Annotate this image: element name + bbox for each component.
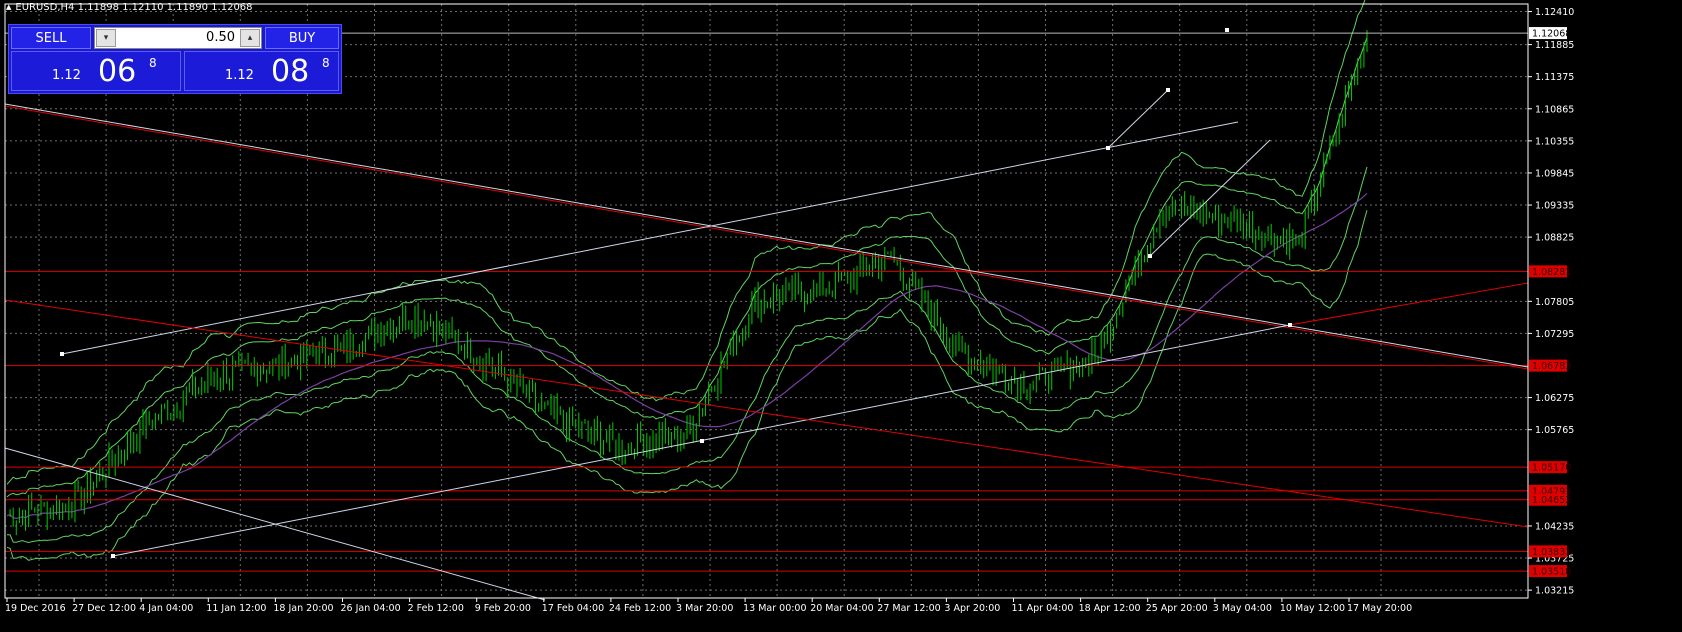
trendline-anchor-point — [60, 352, 64, 356]
symbol-title: EURUSD,H4 1.11898 1.12110 1.11890 1.1206… — [15, 1, 253, 13]
time-tick-label: 3 Mar 20:00 — [676, 603, 733, 614]
trendline-anchor-point — [1166, 88, 1170, 92]
time-tick-label: 25 Apr 20:00 — [1146, 603, 1208, 614]
current-price-tag-label: 1.12068 — [1532, 29, 1571, 40]
buy-price-fraction: 8 — [322, 56, 330, 70]
level-price-tag-label: 1.04652 — [1532, 495, 1571, 506]
price-tick-label: 1.08825 — [1535, 233, 1574, 244]
trendline-anchor-point — [700, 439, 704, 443]
time-tick-label: 11 Apr 04:00 — [1012, 603, 1074, 614]
buy-price-pips: 08 — [271, 54, 310, 89]
lot-increase-button[interactable]: ▴ — [240, 29, 260, 47]
time-tick-label: 2 Feb 12:00 — [408, 603, 464, 614]
sell-price-prefix: 1.12 — [52, 68, 81, 83]
price-tick-label: 1.10355 — [1535, 136, 1574, 147]
lot-size-value[interactable]: 0.50 — [206, 30, 235, 45]
sell-price-button[interactable]: 1.12 06 8 — [11, 51, 181, 91]
price-tick-label: 1.12410 — [1535, 7, 1574, 18]
sell-price-fraction: 8 — [149, 56, 157, 70]
level-price-tag-label: 1.05170 — [1532, 463, 1571, 474]
price-tick-label: 1.10865 — [1535, 104, 1574, 115]
time-tick-label: 20 Mar 04:00 — [810, 603, 873, 614]
level-price-tag-label: 1.08281 — [1532, 267, 1571, 278]
price-tick-label: 1.11375 — [1535, 72, 1574, 83]
chart-canvas[interactable]: 1.12410 1.11885 1.11375 1.10865 1.10355 1.098… — [0, 0, 1682, 632]
time-tick-label: 27 Mar 12:00 — [877, 603, 940, 614]
buy-button[interactable]: BUY — [265, 27, 339, 49]
time-tick-label: 17 May 20:00 — [1347, 603, 1412, 614]
price-tick-label: 1.04235 — [1535, 521, 1574, 532]
time-tick-label: 9 Feb 20:00 — [475, 603, 531, 614]
time-tick-label: 18 Apr 12:00 — [1079, 603, 1141, 614]
time-tick-label: 19 Dec 2016 — [5, 603, 66, 614]
lot-decrease-button[interactable]: ▾ — [96, 29, 116, 47]
time-tick-label: 24 Feb 12:00 — [609, 603, 671, 614]
trendline-anchor-point — [1288, 323, 1292, 327]
lot-size-field[interactable]: ▾ 0.50 ▴ — [94, 27, 262, 49]
buy-price-prefix: 1.12 — [225, 68, 254, 83]
level-price-tag-label: 1.03518 — [1532, 567, 1571, 578]
price-tick-label: 1.06275 — [1535, 393, 1574, 404]
time-tick-label: 27 Dec 12:00 — [72, 603, 136, 614]
price-tick-label: 1.09335 — [1535, 201, 1574, 212]
time-tick-label: 18 Jan 20:00 — [273, 603, 333, 614]
price-tick-label: 1.11885 — [1535, 40, 1574, 51]
price-tick-label: 1.07805 — [1535, 297, 1574, 308]
time-tick-label: 17 Feb 04:00 — [542, 603, 604, 614]
time-tick-label: 3 Apr 20:00 — [944, 603, 1000, 614]
collapse-triangle-icon[interactable]: ▲ — [6, 3, 11, 11]
time-tick-label: 26 Jan 04:00 — [341, 603, 401, 614]
trendline-anchor-point — [111, 554, 115, 558]
price-tick-label: 1.03215 — [1535, 586, 1574, 597]
time-tick-label: 3 May 04:00 — [1213, 603, 1272, 614]
time-tick-label: 10 May 12:00 — [1280, 603, 1345, 614]
trendline-anchor-point — [1148, 254, 1152, 258]
price-tick-label: 1.07295 — [1535, 329, 1574, 340]
one-click-trading-panel: SELL ▾ 0.50 ▴ BUY 1.12 06 8 1.12 08 8 — [8, 24, 342, 94]
trendline-anchor-point — [1106, 146, 1110, 150]
trendline-anchor-point — [1225, 28, 1229, 32]
time-tick-label: 4 Jan 04:00 — [139, 603, 193, 614]
level-price-tag-label: 1.03831 — [1532, 547, 1571, 558]
sell-button[interactable]: SELL — [11, 27, 91, 49]
sell-price-pips: 06 — [98, 54, 137, 89]
buy-price-button[interactable]: 1.12 08 8 — [184, 51, 339, 91]
price-tick-label: 1.05765 — [1535, 425, 1574, 436]
price-tick-label: 1.09845 — [1535, 168, 1574, 179]
time-tick-label: 13 Mar 00:00 — [743, 603, 806, 614]
chart-header: ▲ EURUSD,H4 1.11898 1.12110 1.11890 1.12… — [6, 1, 253, 13]
level-price-tag-label: 1.06783 — [1532, 361, 1571, 372]
time-tick-label: 11 Jan 12:00 — [206, 603, 266, 614]
